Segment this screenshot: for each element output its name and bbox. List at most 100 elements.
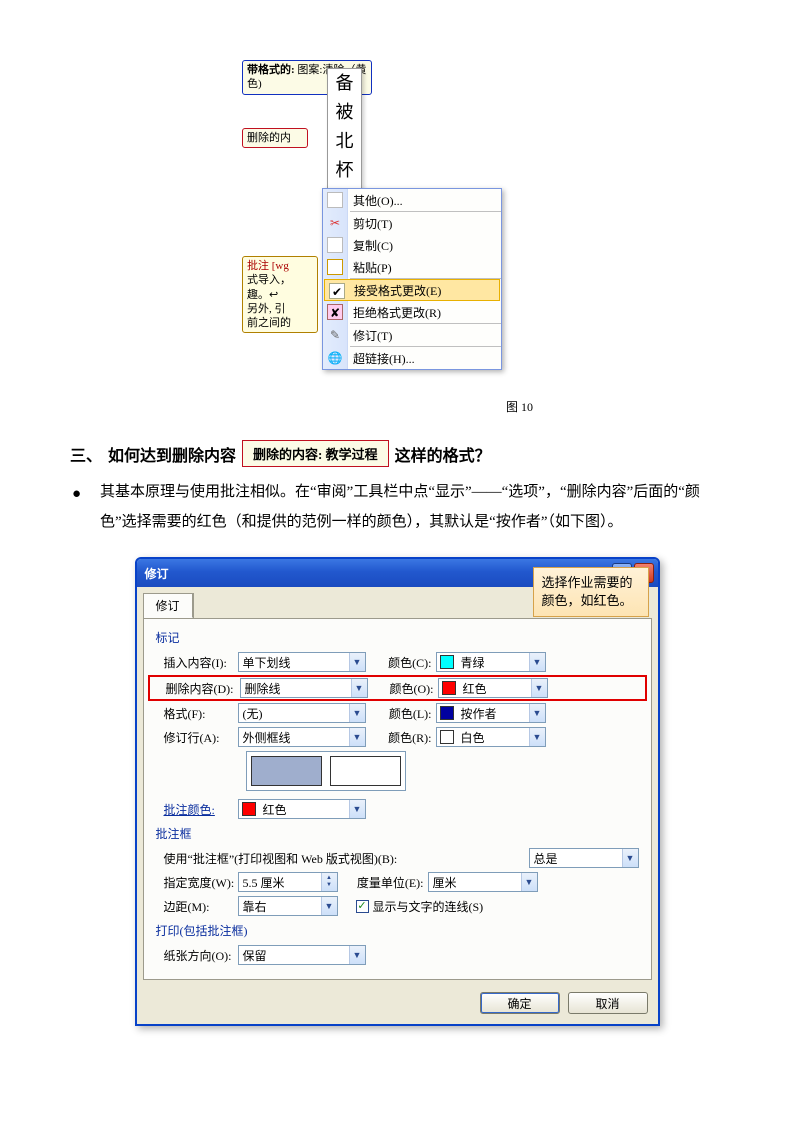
- select-changed-color[interactable]: 白色 ▼: [436, 727, 546, 747]
- select-balloon-use[interactable]: 总是 ▼: [529, 848, 639, 868]
- balloon-comment-l1: 批注 [wg: [247, 260, 289, 272]
- group-print-title: 打印(包括批注框): [156, 922, 639, 939]
- select-delete-style[interactable]: 删除线 ▼: [240, 678, 368, 698]
- preview-page-right: [330, 756, 401, 786]
- menu-item-revision[interactable]: ✎ 修订(T): [323, 324, 501, 346]
- accept-icon: ✔: [329, 283, 345, 299]
- menu-item-accept[interactable]: ✔ 接受格式更改(E): [324, 279, 500, 301]
- select-delete-color[interactable]: 红色 ▼: [438, 678, 548, 698]
- label-print-orient: 纸张方向(O):: [156, 947, 238, 964]
- select-insert-style-text: 单下划线: [239, 654, 349, 671]
- select-changed-style-text: 外侧框线: [239, 729, 349, 746]
- label-insert: 插入内容(I):: [156, 654, 238, 671]
- group-balloon-title: 批注框: [156, 825, 639, 842]
- spinner-icon: ▲▼: [321, 873, 337, 891]
- input-balloon-width[interactable]: 5.5 厘米 ▲▼: [238, 872, 338, 892]
- inline-deleted-callout: 删除的内容: 教学过程: [242, 440, 389, 467]
- chevron-down-icon: ▼: [529, 728, 545, 746]
- label-format: 格式(F):: [156, 705, 238, 722]
- select-print-orient[interactable]: 保留 ▼: [238, 945, 366, 965]
- select-format-color[interactable]: 按作者 ▼: [436, 703, 546, 723]
- chevron-down-icon: ▼: [349, 728, 365, 746]
- label-format-color: 颜色(L):: [366, 705, 436, 722]
- select-insert-color-text: 青绿: [457, 654, 529, 671]
- tab-revision[interactable]: 修订: [144, 594, 193, 618]
- menu-item-paste[interactable]: 粘贴(P): [323, 256, 501, 278]
- menu-item-reject[interactable]: ✘ 拒绝格式更改(R): [323, 301, 501, 323]
- select-balloon-unit-text: 厘米: [429, 874, 521, 891]
- balloon-format-line2: 色): [247, 78, 262, 90]
- checkbox-show-line-label: 显示与文字的连线(S): [373, 898, 484, 915]
- menu-item-paste-label: 粘贴(P): [353, 259, 392, 276]
- preview-page-left: [251, 756, 322, 786]
- figure-10-canvas: 带格式的: 图案:清除（黄 色) 删除的内 批注 [wg 式导入， 趣。↩ 另外…: [242, 60, 552, 420]
- color-swatch-icon: [440, 706, 454, 720]
- group-balloon: 批注框 使用“批注框”(打印视图和 Web 版式视图)(B): 总是 ▼ 指定宽…: [156, 825, 639, 916]
- color-swatch-icon: [440, 730, 454, 744]
- menu-item-hyperlink[interactable]: 🌐 超链接(H)...: [323, 347, 501, 369]
- select-insert-style[interactable]: 单下划线 ▼: [238, 652, 366, 672]
- select-balloon-use-text: 总是: [530, 850, 622, 867]
- sheet-icon: [327, 192, 343, 208]
- changed-lines-preview: [246, 751, 406, 791]
- label-balloon-width: 指定宽度(W):: [156, 874, 238, 891]
- row-balloon-use: 使用“批注框”(打印视图和 Web 版式视图)(B): 总是 ▼: [156, 848, 639, 868]
- menu-item-copy[interactable]: 复制(C): [323, 234, 501, 256]
- menu-item-reject-label: 拒绝格式更改(R): [353, 304, 441, 321]
- label-balloon-unit: 度量单位(E):: [338, 874, 428, 891]
- reject-icon: ✘: [327, 304, 343, 320]
- highlight-delete-row: 删除内容(D): 删除线 ▼ 颜色(O): 红色 ▼: [148, 675, 647, 701]
- color-swatch-icon: [242, 802, 256, 816]
- balloon-comment: 批注 [wg 式导入， 趣。↩ 另外, 引 前之间的: [242, 256, 318, 333]
- label-delete-color: 颜色(O):: [368, 680, 438, 697]
- globe-icon: 🌐: [327, 350, 343, 366]
- ime-item-4[interactable]: 杯: [328, 156, 361, 185]
- copy-icon: [327, 237, 343, 253]
- checkbox-show-line[interactable]: ✓ 显示与文字的连线(S): [356, 898, 484, 915]
- ime-item-3[interactable]: 北: [328, 127, 361, 156]
- dialog-buttons: 确定 取消: [137, 986, 658, 1024]
- group-print: 打印(包括批注框) 纸张方向(O): 保留 ▼: [156, 922, 639, 965]
- chevron-down-icon: ▼: [529, 653, 545, 671]
- select-balloon-margin-text: 靠右: [239, 898, 321, 915]
- menu-item-revision-label: 修订(T): [353, 327, 392, 344]
- balloon-deleted-text: 删除的内: [247, 132, 291, 144]
- menu-item-accept-label: 接受格式更改(E): [354, 282, 441, 299]
- select-delete-color-text: 红色: [459, 680, 531, 697]
- select-balloon-unit[interactable]: 厘米 ▼: [428, 872, 538, 892]
- select-insert-color[interactable]: 青绿 ▼: [436, 652, 546, 672]
- figure-10-caption: 图 10: [506, 398, 533, 415]
- row-changed-lines: 修订行(A): 外侧框线 ▼ 颜色(R): 白色 ▼: [156, 727, 639, 747]
- select-annot-color[interactable]: 红色 ▼: [238, 799, 366, 819]
- dialog-title: 修订: [145, 565, 169, 582]
- ime-item-1[interactable]: 备: [328, 69, 361, 98]
- select-format-style[interactable]: (无) ▼: [238, 703, 366, 723]
- balloon-format-label: 带格式的:: [247, 64, 295, 76]
- row-format: 格式(F): (无) ▼ 颜色(L): 按作者 ▼: [156, 703, 639, 723]
- row-annot-color: 批注颜色: 红色 ▼: [156, 799, 639, 819]
- ok-button[interactable]: 确定: [480, 992, 560, 1014]
- chevron-down-icon: ▼: [321, 897, 337, 915]
- menu-item-other[interactable]: 其他(O)...: [323, 189, 501, 211]
- dialog-body: 修订 选择作业需要的颜色，如红色。 标记 插入内容(I): 单下划线 ▼ 颜色(…: [137, 587, 658, 1024]
- section-text-before: 如何达到删除内容: [108, 442, 236, 466]
- color-swatch-icon: [442, 681, 456, 695]
- balloon-comment-l2: 式导入，: [247, 274, 291, 286]
- scissors-icon: ✂: [327, 215, 343, 231]
- menu-item-cut[interactable]: ✂ 剪切(T): [323, 212, 501, 234]
- select-balloon-margin[interactable]: 靠右 ▼: [238, 896, 338, 916]
- input-balloon-width-text: 5.5 厘米: [239, 874, 321, 891]
- section-text-after: 这样的格式？: [395, 442, 491, 466]
- instruction-paragraph: 其基本原理与使用批注相似。在“审阅”工具栏中点“显示”——“选项”，“删除内容”…: [100, 477, 724, 537]
- select-changed-style[interactable]: 外侧框线 ▼: [238, 727, 366, 747]
- chevron-down-icon: ▼: [351, 679, 367, 697]
- menu-item-copy-label: 复制(C): [353, 237, 393, 254]
- ime-item-2[interactable]: 被: [328, 98, 361, 127]
- label-changed: 修订行(A):: [156, 729, 238, 746]
- balloon-comment-l4: 另外, 引: [247, 303, 286, 315]
- balloon-comment-l3: 趣。↩: [247, 289, 278, 301]
- tab-strip: 修订: [143, 593, 194, 618]
- label-balloon-margin: 边距(M):: [156, 898, 238, 915]
- paste-icon: [327, 259, 343, 275]
- cancel-button[interactable]: 取消: [568, 992, 648, 1014]
